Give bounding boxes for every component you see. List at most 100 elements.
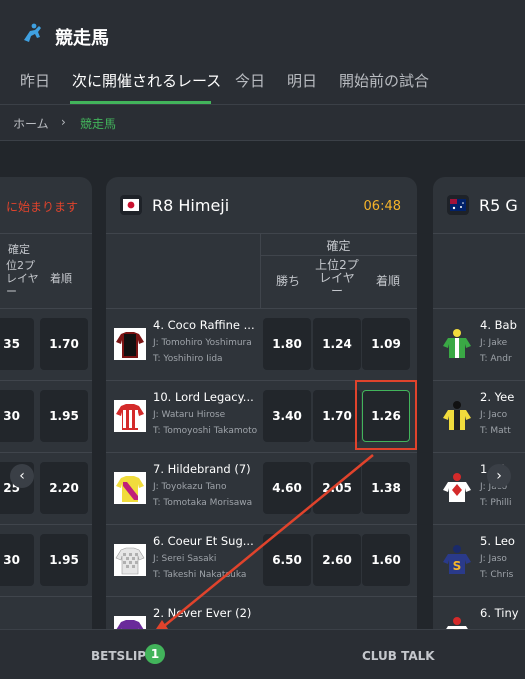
jockey-name: J: Jake <box>480 338 508 348</box>
odds-finish[interactable]: 1.60 <box>362 534 410 586</box>
chevron-right-icon: › <box>61 115 66 129</box>
jersey-icon <box>114 400 146 432</box>
card-header[interactable]: R5 G <box>433 177 525 234</box>
race-carousel: に始まります 確定 位2プ レイヤ ー 着順 35 1.70 30 1.95 2… <box>0 141 525 629</box>
odds-top2[interactable]: 1.24 <box>313 318 361 370</box>
odds-finish[interactable]: 1.38 <box>362 462 410 514</box>
club-talk-button[interactable]: CLUB TALK <box>362 649 435 663</box>
trainer-name: T: Tomotaka Morisawa <box>153 498 253 508</box>
odds-row: 30 1.95 <box>0 380 92 453</box>
odds-top2[interactable]: 1.70 <box>313 390 361 442</box>
runner-row: 1. M J: Jaco T: Philli <box>433 452 525 525</box>
runner-name: 4. Coco Raffine ... <box>153 318 255 332</box>
breadcrumb: ホーム › 競走馬 <box>0 104 525 141</box>
australia-flag-icon <box>447 195 469 215</box>
tab-yesterday[interactable]: 昨日 <box>20 70 50 91</box>
col-win: 勝ち <box>275 274 300 288</box>
japan-flag-icon <box>120 195 142 215</box>
runner-name: 7. Hildebrand (7) <box>153 462 251 476</box>
group-label: 確定 <box>8 243 30 256</box>
svg-text:S: S <box>453 559 462 573</box>
col-top2: 上位2プ レイヤ ー <box>315 258 359 298</box>
odds-top2[interactable]: 30 <box>0 390 34 442</box>
card-header[interactable]: R8 Himeji 06:48 <box>106 177 417 234</box>
runner-name: 6. Tiny <box>480 606 519 620</box>
jersey-icon <box>114 328 146 360</box>
jersey-icon: S <box>443 545 471 574</box>
trainer-name: T: Chris <box>480 570 514 580</box>
odds-row: 30 1.95 <box>0 524 92 597</box>
horse-racing-icon <box>24 23 41 42</box>
odds-finish[interactable]: 1.09 <box>362 318 410 370</box>
trainer-name: T: Philli <box>480 498 512 508</box>
tab-upcoming[interactable]: 開始前の試合 <box>339 70 429 91</box>
tab-tomorrow[interactable]: 明日 <box>287 70 317 91</box>
jersey-icon <box>114 544 146 576</box>
jersey-icon <box>446 617 468 629</box>
race-name: R5 G <box>479 196 518 215</box>
runner-row: S 5. Leo J: Jaso T: Chris <box>433 524 525 597</box>
betslip-button[interactable]: BETSLIP <box>91 649 146 663</box>
odds-row: 35 1.70 <box>0 308 92 381</box>
jockey-name: J: Tomohiro Yoshimura <box>153 338 252 348</box>
runner-row: 6. Tiny <box>433 596 525 629</box>
odds-win[interactable]: 3.40 <box>263 390 311 442</box>
runner-name: 2. Yee <box>480 390 515 404</box>
jersey-icon <box>443 329 471 358</box>
jersey-icon <box>114 616 146 629</box>
race-time: 06:48 <box>363 199 401 214</box>
odds-finish[interactable]: 1.95 <box>40 534 88 586</box>
runner-name: 6. Coeur Et Sug... <box>153 534 254 548</box>
annotation-highlight-box <box>355 380 417 450</box>
card-header: に始まります <box>0 177 92 234</box>
breadcrumb-current: 競走馬 <box>80 117 117 131</box>
odds-top2[interactable]: 2.05 <box>313 462 361 514</box>
col-finish: 着順 <box>50 272 72 285</box>
carousel-next-button[interactable]: › <box>487 464 511 488</box>
jockey-name: J: Toyokazu Tano <box>153 482 227 492</box>
runner-row: 4. Coco Raffine ... J: Tomohiro Yoshimur… <box>106 308 417 381</box>
jockey-name: J: Wataru Hirose <box>153 410 226 420</box>
odds-win[interactable]: 4.60 <box>263 462 311 514</box>
race-card-next: R5 G 4. Bab J: Jake T: Andr 2. Yee J: Ja… <box>433 177 525 629</box>
odds-header: 確定 勝ち 上位2プ レイヤ ー 着順 <box>106 233 417 309</box>
tab-today[interactable]: 今日 <box>235 70 265 91</box>
chevron-left-icon: ‹ <box>19 468 25 484</box>
carousel-prev-button[interactable]: ‹ <box>10 464 34 488</box>
runner-row: 4. Bab J: Jake T: Andr <box>433 308 525 381</box>
chevron-right-icon: › <box>496 468 502 484</box>
page-title: 競走馬 <box>55 28 109 49</box>
odds-row: 25 2.20 <box>0 452 92 525</box>
trainer-name: T: Matt <box>480 426 511 436</box>
trainer-name: T: Tomoyoshi Takamoto <box>153 426 258 436</box>
jockey-name: J: Jaco <box>480 410 508 420</box>
trainer-name: T: Yoshihiro Iida <box>153 354 223 364</box>
odds-win[interactable]: 6.50 <box>263 534 311 586</box>
jersey-icon <box>443 473 471 502</box>
runner-name: 4. Bab <box>480 318 517 332</box>
app-header: 競走馬 <box>0 0 525 60</box>
runner-name: 5. Leo <box>480 534 515 548</box>
tab-next-races[interactable]: 次に開催されるレース <box>72 70 221 91</box>
odds-header <box>433 233 525 309</box>
race-name: R8 Himeji <box>152 196 230 215</box>
odds-top2[interactable]: 2.60 <box>313 534 361 586</box>
countdown-text: に始まります <box>6 200 79 214</box>
odds-win[interactable]: 1.80 <box>263 318 311 370</box>
jockey-name: J: Jaso <box>480 554 507 564</box>
trainer-name: T: Takeshi Nakatsuka <box>153 570 247 580</box>
odds-finish[interactable]: 2.20 <box>40 462 88 514</box>
odds-top2[interactable]: 30 <box>0 534 34 586</box>
runner-row: 2. Never Ever (2) <box>106 596 417 629</box>
odds-finish[interactable]: 1.70 <box>40 318 88 370</box>
runner-name: 10. Lord Legacy... <box>153 390 254 404</box>
bottom-bar: BETSLIP 1 CLUB TALK <box>0 629 525 679</box>
runner-row: 2. Yee J: Jaco T: Matt <box>433 380 525 453</box>
odds-top2[interactable]: 35 <box>0 318 34 370</box>
odds-finish[interactable]: 1.95 <box>40 390 88 442</box>
betslip-count-badge: 1 <box>145 644 165 664</box>
date-tabs: 昨日 次に開催されるレース 今日 明日 開始前の試合 <box>0 62 525 105</box>
odds-header: 確定 位2プ レイヤ ー 着順 <box>0 233 92 309</box>
breadcrumb-home[interactable]: ホーム <box>13 115 49 132</box>
race-card-previous: に始まります 確定 位2プ レイヤ ー 着順 35 1.70 30 1.95 2… <box>0 177 92 629</box>
